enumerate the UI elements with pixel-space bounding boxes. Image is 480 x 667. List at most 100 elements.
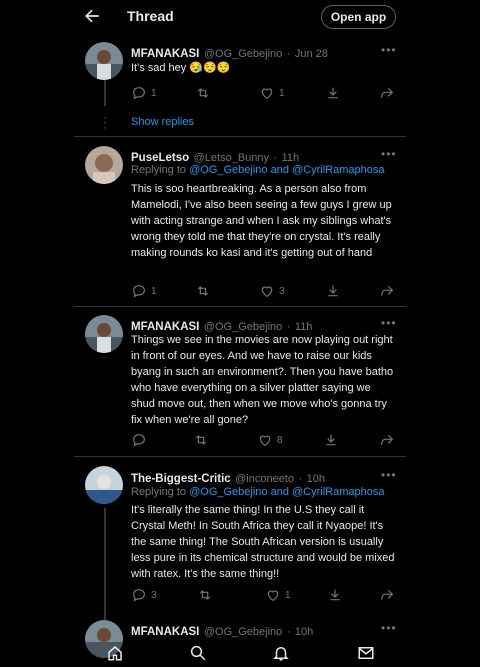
thread-line [104,508,106,620]
tweet-text: Things we see in the movies are now play… [131,334,394,426]
avatar[interactable] [85,42,123,80]
share-icon [381,434,394,445]
replying-to: Replying to @OG_Gebejino and @CyrilRamap… [131,486,384,498]
handle[interactable]: @Letso_Bunny [194,152,269,164]
handle[interactable]: @OG_Gebejino [204,626,282,638]
like-button[interactable]: 1 [265,586,291,604]
avatar[interactable] [85,315,123,353]
timestamp[interactable]: 11h [282,152,300,164]
reply-button[interactable] [131,431,151,449]
arrow-left-icon[interactable] [82,6,104,28]
reply-count: 1 [151,285,157,297]
retweet-button[interactable] [195,84,215,102]
search-icon[interactable] [189,644,207,662]
like-button[interactable]: 1 [259,84,285,102]
heart-icon [261,286,273,298]
avatar[interactable] [85,466,123,504]
reply-icon [133,87,145,100]
timestamp[interactable]: Jun 28 [295,48,328,60]
replying-and: and [267,164,292,176]
separator: · [286,626,291,638]
divider [74,306,406,307]
timestamp[interactable]: 10h [307,473,325,485]
share-button[interactable] [379,586,395,604]
retweet-button[interactable] [197,586,217,604]
retweet-button[interactable] [195,282,215,300]
divider [74,136,406,137]
mention-link[interactable]: @OG_Gebejino [189,164,267,176]
reply-icon [133,434,145,447]
share-icon [381,87,394,98]
tweet-text: It's literally the same thing! In the U.… [131,504,395,580]
reply-icon [133,285,145,298]
display-name[interactable]: PuseLetso [131,152,189,164]
separator: · [286,48,291,60]
share-icon [381,589,394,600]
download-icon [328,87,338,99]
more-dots-icon[interactable]: ••• [381,316,397,330]
download-icon [328,285,338,297]
retweet-icon [195,435,207,445]
reply-button[interactable]: 1 [131,282,157,300]
retweet-icon [197,88,209,98]
mention-link[interactable]: @OG_Gebejino [189,486,267,498]
mention-link[interactable]: @CyrilRamaphosa [292,486,384,498]
notifications-icon[interactable] [272,644,290,662]
reply-count: 3 [151,589,157,601]
download-button[interactable] [323,431,339,449]
timestamp[interactable]: 10h [295,626,313,638]
reply-count: 1 [151,87,157,99]
show-replies-link[interactable]: Show replies [131,116,194,128]
download-button[interactable] [325,282,341,300]
replying-and: and [267,486,292,498]
display-name[interactable]: The-Biggest-Critic [131,473,231,485]
divider [74,456,406,457]
more-dots-icon[interactable]: ••• [381,621,397,635]
separator: · [273,152,278,164]
top-bar: Thread Open app [0,0,480,36]
replying-to-label: Replying to [131,486,190,498]
like-count: 1 [279,87,285,99]
display-name[interactable]: MFANAKASI [131,48,199,60]
download-button[interactable] [325,84,341,102]
home-icon[interactable] [106,644,124,662]
share-button[interactable] [379,84,395,102]
thread-line [104,80,106,106]
tweet-actions: 1 3 [131,282,401,300]
thread-dots: · · · [103,110,107,134]
share-button[interactable] [379,282,395,300]
mention-link[interactable]: @CyrilRamaphosa [292,164,384,176]
reply-button[interactable]: 3 [131,586,157,604]
heart-icon [261,88,273,100]
heart-icon [259,435,271,447]
retweet-icon [199,590,211,600]
reply-button[interactable]: 1 [131,84,157,102]
more-dots-icon[interactable]: ••• [381,468,397,482]
replying-to-label: Replying to [131,164,190,176]
tweet-actions: 8 [131,431,401,449]
retweet-button[interactable] [193,431,213,449]
more-dots-icon[interactable]: ••• [381,147,397,161]
retweet-icon [197,286,209,296]
replying-to: Replying to @OG_Gebejino and @CyrilRamap… [131,164,384,176]
heart-icon [267,590,279,602]
handle[interactable]: @inconeeto [235,473,294,485]
handle[interactable]: @OG_Gebejino [204,48,282,60]
page-title: Thread [127,8,174,24]
share-icon [381,285,394,296]
share-button[interactable] [379,431,395,449]
like-button[interactable]: 3 [259,282,285,300]
like-button[interactable]: 8 [257,431,283,449]
download-button[interactable] [327,586,343,604]
separator: · [298,473,303,485]
tweet-text: This is soo heartbreaking. As a person a… [131,183,392,259]
messages-icon[interactable] [357,644,375,662]
avatar[interactable] [85,146,123,184]
tweet-header: The-Biggest-Critic @inconeeto · 10h [131,469,325,487]
tweet-actions: 3 1 [131,586,401,604]
display-name[interactable]: MFANAKASI [131,626,199,638]
more-dots-icon[interactable]: ••• [381,43,397,57]
tweet-text: It's sad hey 😪😌😌 [131,62,231,74]
open-app-button[interactable]: Open app [321,5,396,29]
like-count: 8 [277,434,283,446]
